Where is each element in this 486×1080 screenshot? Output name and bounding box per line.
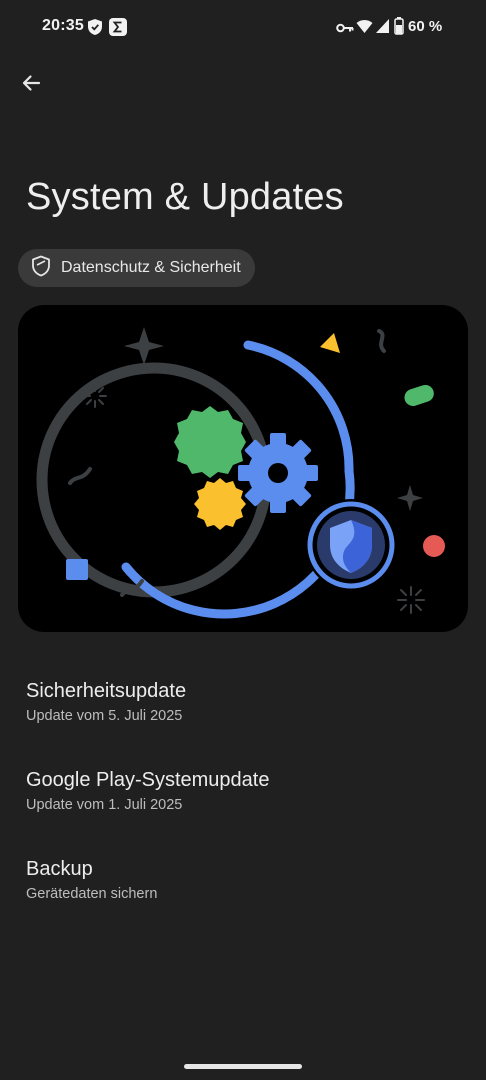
item-title: Backup [26,858,93,880]
signal-icon [375,18,390,39]
item-subtitle: Update vom 5. Juli 2025 [26,708,183,724]
battery-icon [394,17,404,40]
item-subtitle: Gerätedaten sichern [26,886,158,902]
arrow-back-icon [21,73,41,98]
sigma-app-icon [109,18,127,41]
item-title: Sicherheitsupdate [26,680,187,702]
status-time: 20:35 [42,17,84,34]
home-indicator[interactable] [184,1064,302,1069]
security-illustration [18,305,468,632]
status-bar: 20:35 60 % [0,0,486,56]
wifi-icon [356,18,373,39]
privacy-security-chip[interactable]: Datenschutz & Sicherheit [18,249,255,287]
settings-list: Sicherheitsupdate Update vom 5. Juli 202… [0,662,486,929]
vpn-key-icon [336,21,354,39]
item-subtitle: Update vom 1. Juli 2025 [26,797,183,813]
google-play-system-update-item[interactable]: Google Play-Systemupdate Update vom 1. J… [0,751,486,840]
back-button[interactable] [12,66,50,104]
shield-outline-icon [31,255,51,282]
item-title: Google Play-Systemupdate [26,769,270,791]
chip-label: Datenschutz & Sicherheit [61,259,241,276]
page-title: System & Updates [26,176,344,218]
battery-percentage: 60 % [408,18,443,35]
security-update-item[interactable]: Sicherheitsupdate Update vom 5. Juli 202… [0,662,486,751]
backup-item[interactable]: Backup Gerätedaten sichern [0,840,486,929]
shield-status-icon [87,18,103,41]
